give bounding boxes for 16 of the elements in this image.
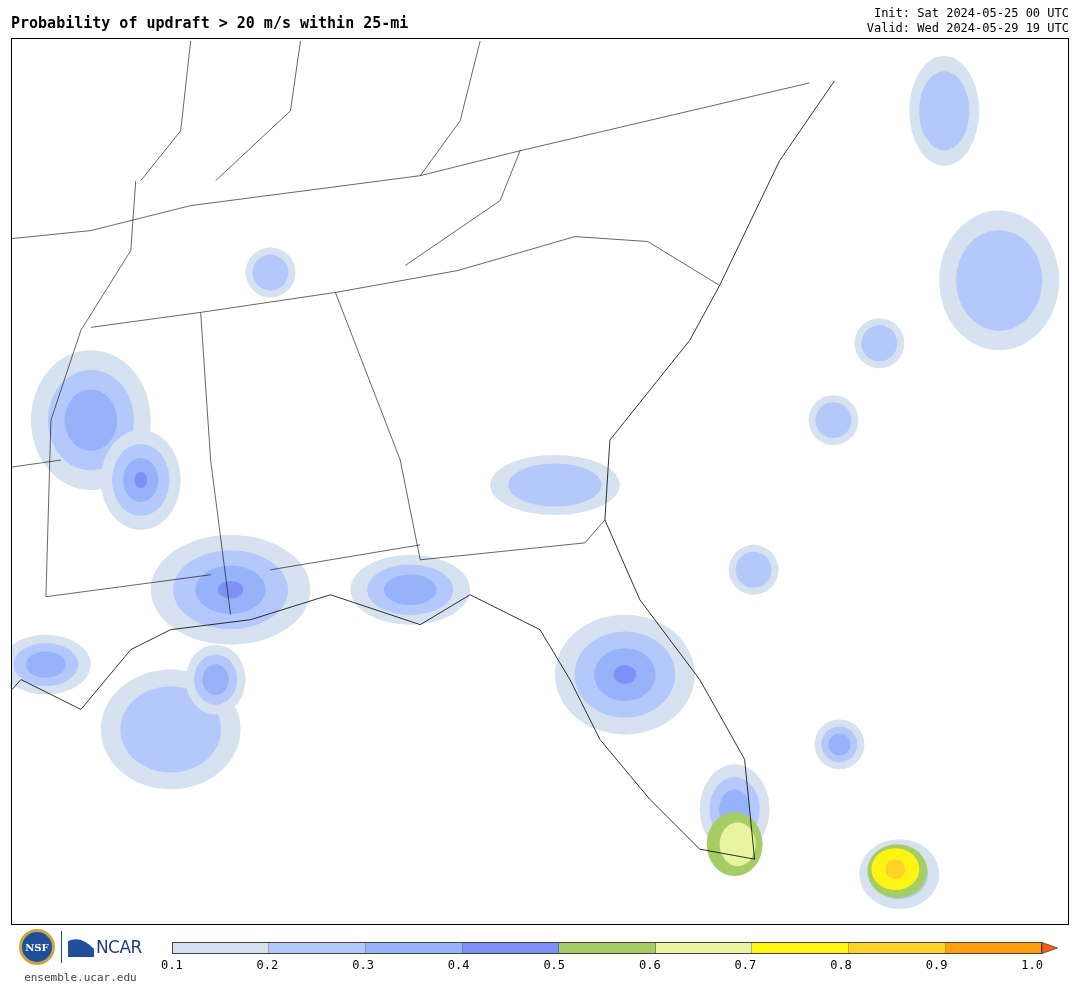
scale-tick-label: 1.0: [1020, 958, 1045, 972]
site-url: ensemble.ucar.edu: [24, 971, 137, 984]
scale-tick-label: 0.2: [255, 958, 280, 972]
scale-tick-label: 0.4: [446, 958, 471, 972]
scale-tick-label: 0.9: [924, 958, 949, 972]
init-time: Init: Sat 2024-05-25 00 UTC: [873, 6, 1069, 21]
scale-tick-label: 0.6: [638, 958, 662, 972]
scale-tick-label: 0.8: [829, 958, 853, 972]
chart-title: Probability of updraft > 20 m/s within 25-mi: [11, 14, 409, 32]
valid-time: Valid: Wed 2024-05-29 19 UTC: [866, 21, 1069, 36]
scale-tick-label: 0.7: [733, 958, 758, 972]
scale-tick-label: 0.1: [160, 958, 184, 972]
ncar-logo: NCAR: [67, 937, 142, 957]
nsf-logo: NSF: [18, 929, 55, 965]
scale-tick-label: 0.5: [542, 958, 567, 972]
scale-tick-label: 0.3: [351, 958, 375, 972]
